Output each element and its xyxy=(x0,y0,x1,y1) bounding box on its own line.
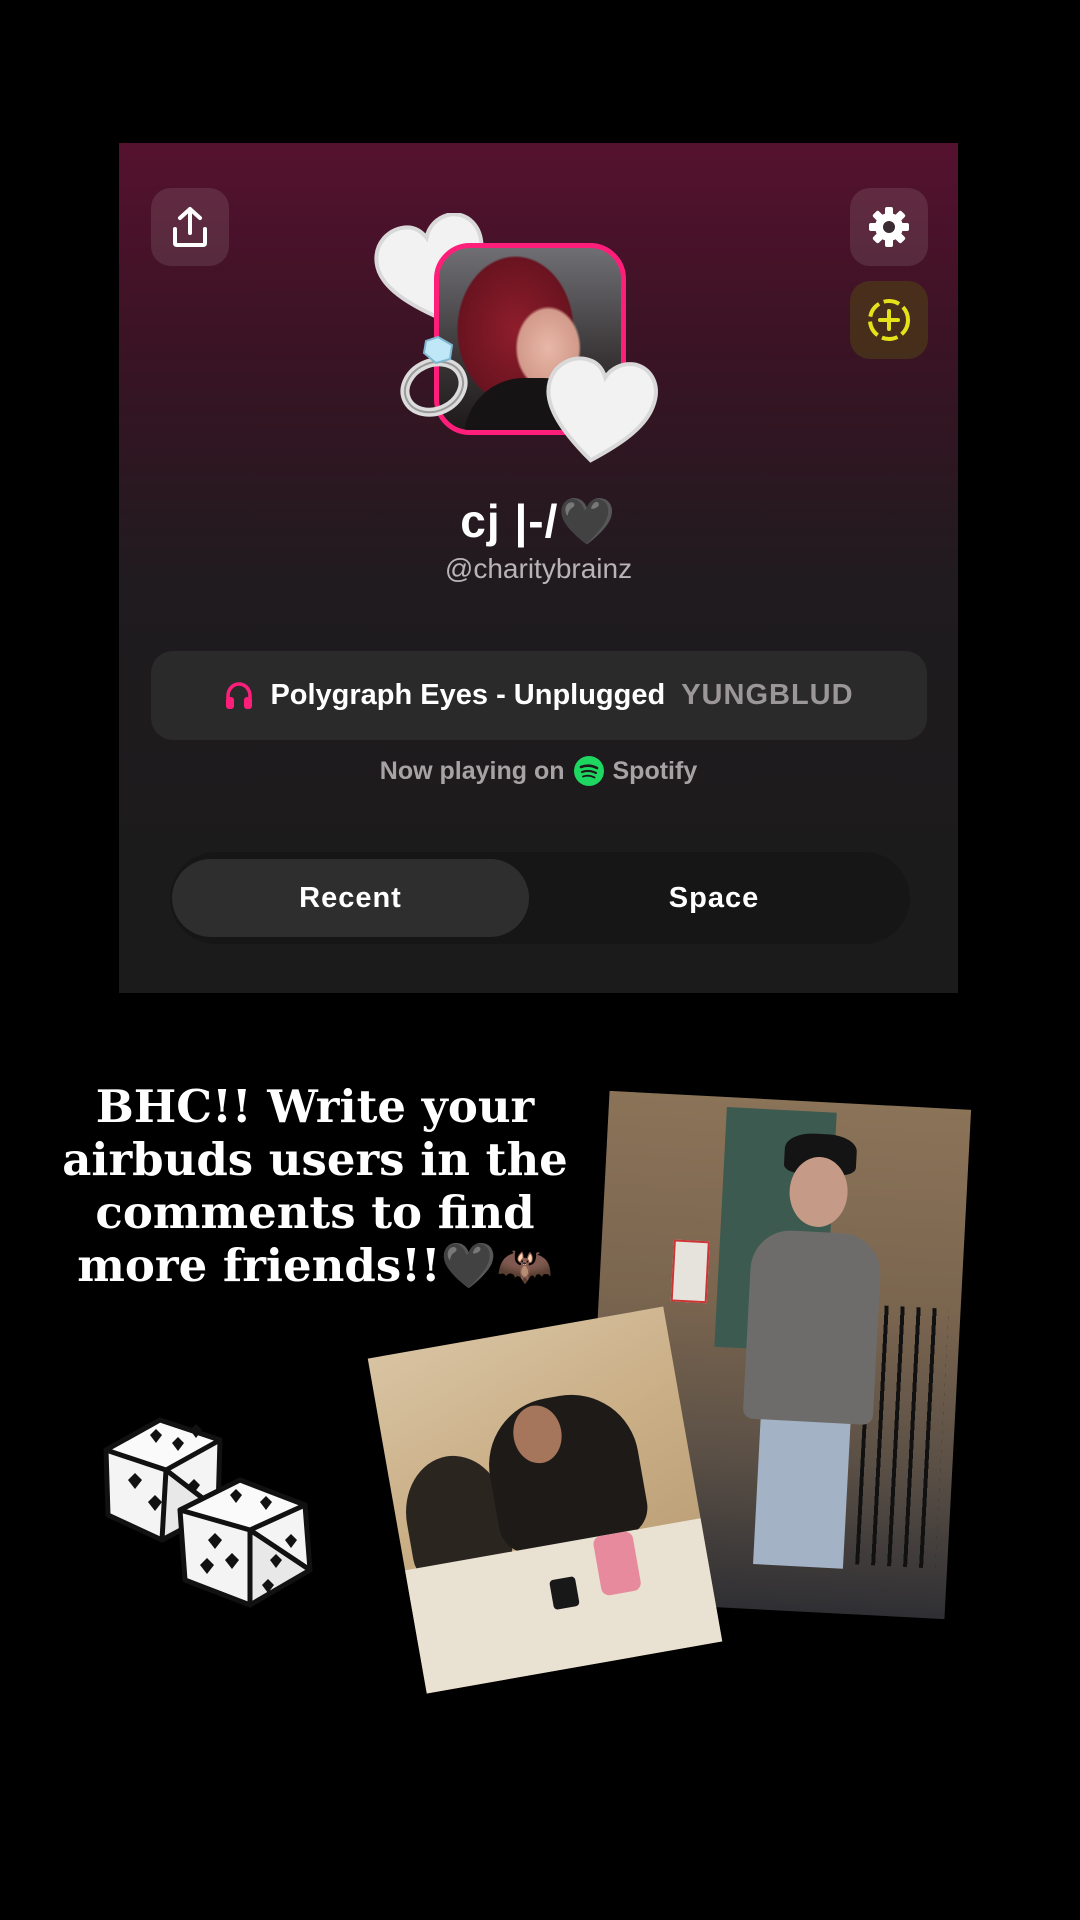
display-name: cj |-/🖤 xyxy=(460,495,617,547)
settings-button[interactable] xyxy=(850,188,928,266)
heart-icon xyxy=(546,356,658,463)
track-title: Polygraph Eyes - Unplugged xyxy=(270,679,666,711)
track-artist: YUNGBLUD xyxy=(681,679,854,711)
profile-tabs: Recent Space xyxy=(170,852,910,944)
tab-space[interactable]: Space xyxy=(535,859,893,937)
gear-icon xyxy=(869,207,909,247)
profile-card: cj |-/🖤 @charitybrainz Polygraph Eyes - … xyxy=(119,143,958,993)
headphones-icon xyxy=(226,681,253,709)
now-playing-prefix: Now playing on xyxy=(379,756,565,785)
photo-room xyxy=(367,1306,723,1694)
service-name: Spotify xyxy=(612,756,698,785)
username: @charitybrainz xyxy=(444,553,633,584)
avatar-group[interactable] xyxy=(374,213,704,473)
now-playing-track[interactable]: Polygraph Eyes - Unplugged YUNGBLUD xyxy=(151,651,927,740)
caption-text: BHC!! Write your airbuds users in the co… xyxy=(62,1080,568,1292)
dice-icon xyxy=(103,1417,313,1608)
now-playing-status: Now playing on Spotify xyxy=(119,755,958,787)
spotify-icon xyxy=(573,756,604,786)
share-icon xyxy=(173,207,207,247)
share-button[interactable] xyxy=(151,188,229,266)
tab-recent[interactable]: Recent xyxy=(172,859,529,937)
add-circle-icon xyxy=(868,299,910,341)
add-status-button[interactable] xyxy=(850,281,928,359)
ring-icon xyxy=(400,335,468,417)
